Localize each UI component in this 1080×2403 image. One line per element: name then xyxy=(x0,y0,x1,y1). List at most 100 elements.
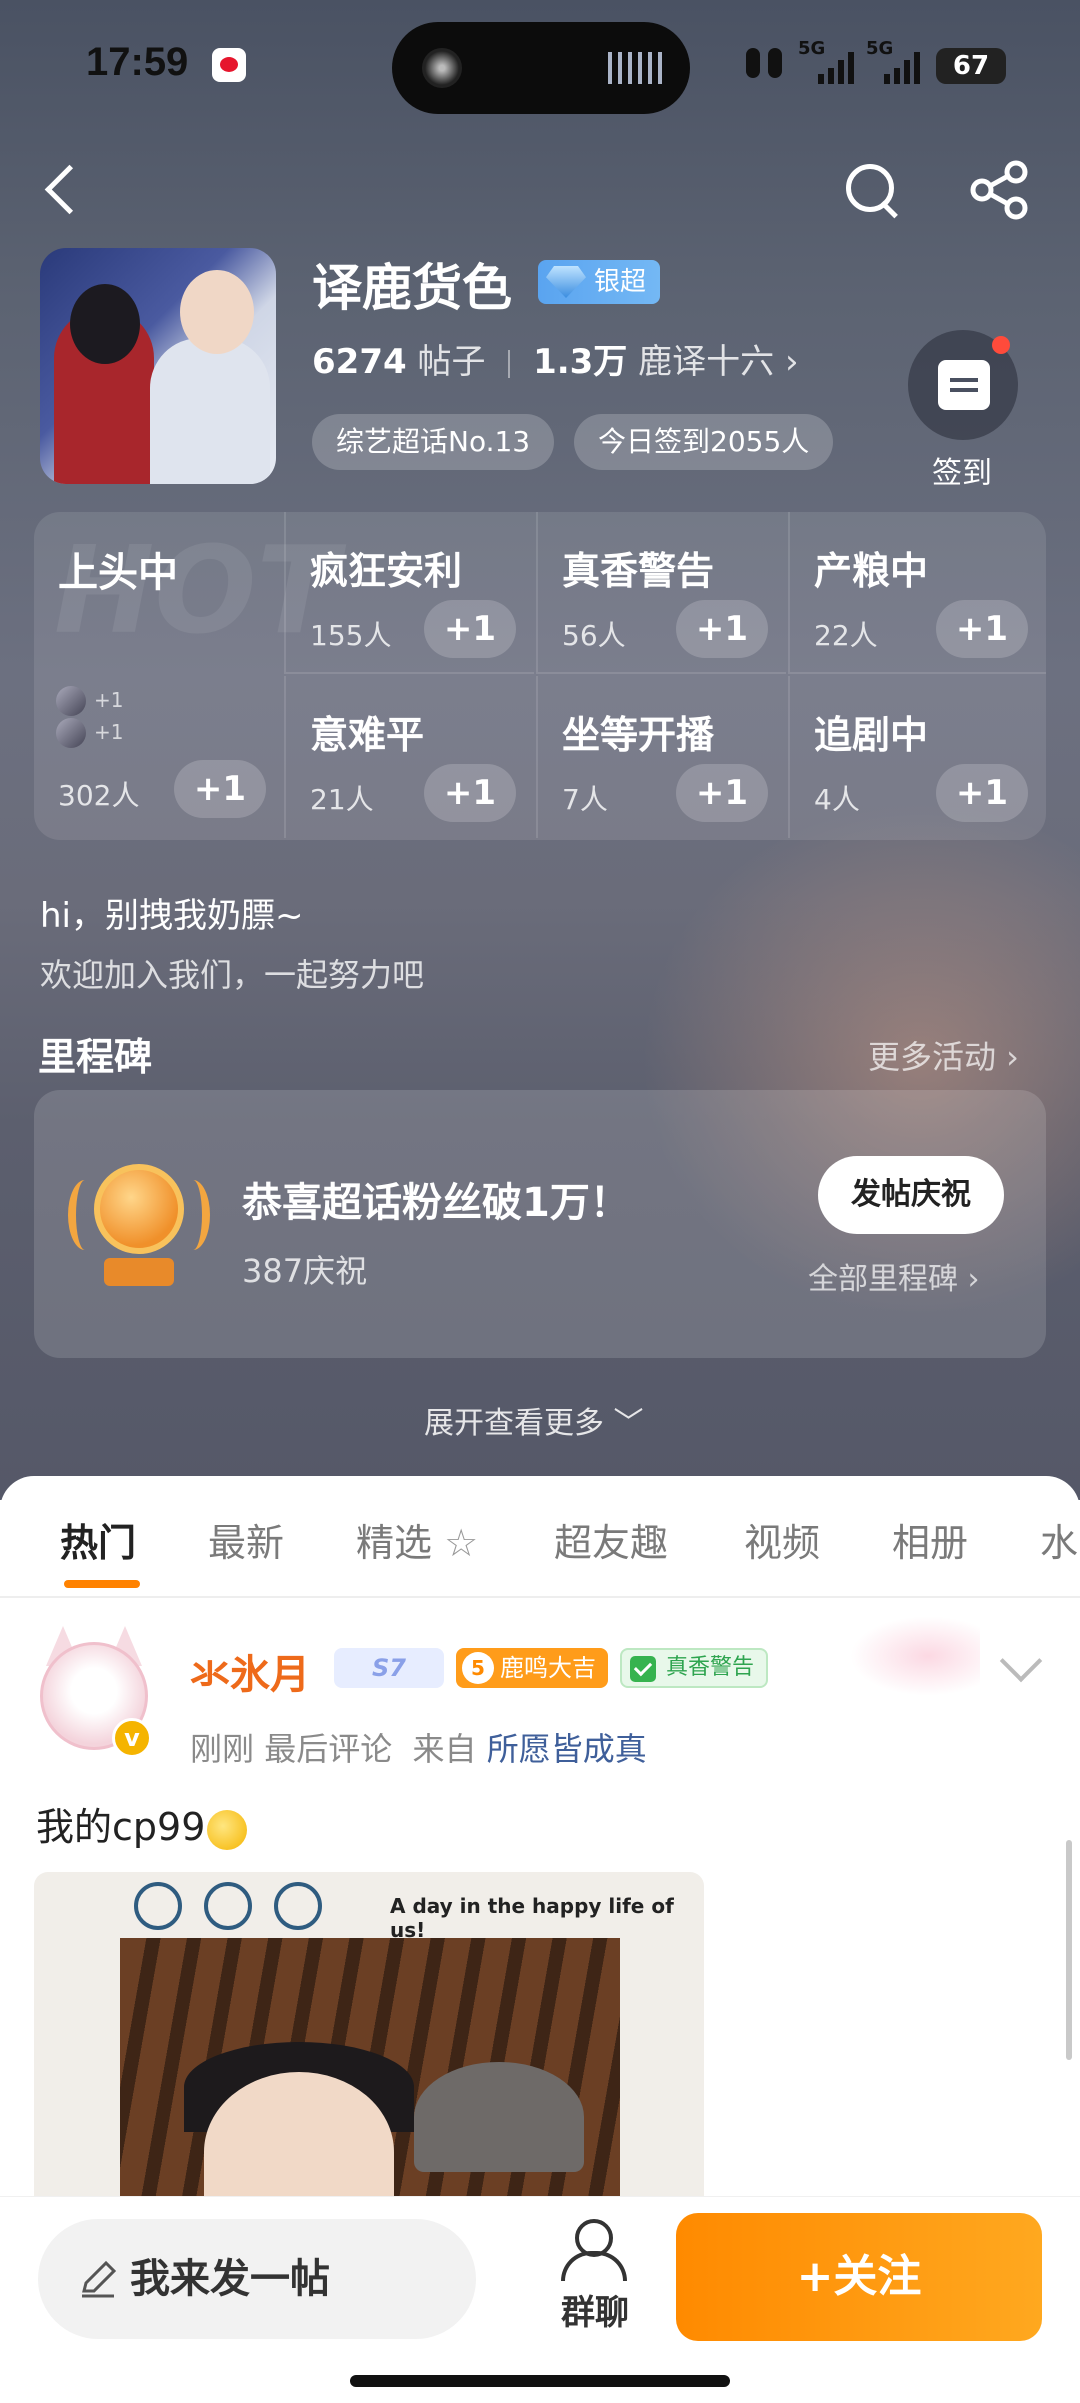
post-username[interactable]: 氺氷月 xyxy=(190,1642,310,1700)
tab-album[interactable]: 相册 xyxy=(892,1512,968,1567)
mood-item[interactable]: 疯狂安利 155人 +1 xyxy=(284,512,534,674)
audio-wave-icon xyxy=(608,52,662,84)
mood-lead-avatars: +1 +1 xyxy=(56,686,123,750)
dynamic-island xyxy=(392,22,690,114)
avatar-head-left xyxy=(70,284,140,364)
mini-avatar xyxy=(56,686,86,716)
cell-signal-icon-2 xyxy=(884,52,920,84)
checkin-button[interactable] xyxy=(908,330,1018,440)
fan-title-badge: 5 鹿鸣大吉 xyxy=(456,1648,608,1688)
mood-name: 坐等开播 xyxy=(562,713,715,757)
mood-count: 155人 xyxy=(310,619,392,652)
search-icon[interactable] xyxy=(840,158,904,222)
group-chat-button[interactable]: 群聊 xyxy=(552,2215,638,2334)
status-bar: 17:59 5G 5G 67 xyxy=(0,0,1080,130)
now-playing-art xyxy=(422,48,462,88)
active-tab-indicator xyxy=(64,1580,140,1588)
stats-divider xyxy=(508,349,511,378)
mood-item[interactable]: 意难平 21人 +1 xyxy=(284,676,534,838)
calendar-icon xyxy=(938,360,990,410)
mood-plus-one-button[interactable]: +1 xyxy=(676,764,768,822)
pen-icon xyxy=(82,2260,117,2298)
tab-featured[interactable]: 精选 ☆ xyxy=(356,1512,478,1567)
mood-plus-one-button[interactable]: +1 xyxy=(424,764,516,822)
more-activities-link[interactable]: 更多活动 › xyxy=(868,1032,1019,1078)
post-body: 我的cp99 xyxy=(36,1796,248,1851)
post-source-link[interactable]: 所愿皆成真 xyxy=(487,1730,647,1768)
milestone-celebrations: 387庆祝 xyxy=(242,1252,368,1290)
weibo-app-icon xyxy=(212,48,246,82)
mood-name: 产粮中 xyxy=(814,549,929,593)
follow-button[interactable]: +关注 xyxy=(676,2213,1042,2341)
mood-lead-count: 302人 xyxy=(58,779,140,812)
cell-signal-icon xyxy=(818,52,854,84)
mood-lead-name: 上头中 xyxy=(58,550,178,596)
topic-title: 译鹿货色 xyxy=(312,259,512,317)
mood-plus-one-button[interactable]: +1 xyxy=(936,764,1028,822)
mood-plus-one-button[interactable]: +1 xyxy=(424,600,516,658)
mood-item[interactable]: 产粮中 22人 +1 xyxy=(788,512,1046,674)
mood-count: 4人 xyxy=(814,783,860,816)
all-milestones-link[interactable]: 全部里程碑 › xyxy=(808,1254,980,1298)
home-indicator[interactable] xyxy=(350,2375,730,2387)
post-action: 最后评论 xyxy=(264,1730,393,1768)
compose-post-button[interactable]: 我来发一帖 xyxy=(38,2219,476,2339)
mood-board: HOT 上头中 +1 +1 302人 +1 疯狂安利 155人 +1 真香警告 … xyxy=(34,512,1046,840)
decor-icon xyxy=(204,1882,252,1930)
share-icon[interactable] xyxy=(968,158,1032,222)
fans-name: 鹿译十六 xyxy=(638,342,775,382)
diamond-icon xyxy=(546,266,586,298)
group-chat-label: 群聊 xyxy=(561,2293,629,2333)
tab-fun[interactable]: 超友趣 xyxy=(554,1512,668,1567)
mood-plus-one-button[interactable]: +1 xyxy=(174,760,266,818)
tab-video[interactable]: 视频 xyxy=(744,1512,820,1567)
emoji-icon xyxy=(207,1809,248,1850)
mini-avatar xyxy=(56,718,86,748)
mood-name: 意难平 xyxy=(310,713,425,757)
mood-tag-badge: 真香警告 xyxy=(620,1648,769,1688)
user-level-badge: S7 xyxy=(334,1648,444,1688)
rank-chip[interactable]: 综艺超话No.13 xyxy=(312,414,555,470)
mood-name: 追剧中 xyxy=(814,713,929,757)
earbuds-icon xyxy=(746,48,782,78)
scrollbar[interactable] xyxy=(1066,1840,1072,2060)
mood-item[interactable]: 真香警告 56人 +1 xyxy=(536,512,786,674)
milestone-card[interactable]: 恭喜超话粉丝破1万！ 387庆祝 发帖庆祝 全部里程碑 › xyxy=(34,1090,1046,1358)
topic-avatar[interactable] xyxy=(40,248,276,484)
mood-lead[interactable]: 上头中 +1 +1 302人 +1 xyxy=(34,512,284,840)
tab-latest[interactable]: 最新 xyxy=(208,1512,284,1567)
tab-water[interactable]: 水 xyxy=(1040,1512,1078,1567)
trophy-cup xyxy=(94,1164,184,1254)
avatar-head-right xyxy=(180,270,254,354)
mood-item[interactable]: 追剧中 4人 +1 xyxy=(788,676,1046,838)
status-time: 17:59 xyxy=(86,40,189,84)
compose-label: 我来发一帖 xyxy=(130,2256,330,2302)
chevron-down-icon[interactable] xyxy=(999,1639,1043,1683)
tab-hot[interactable]: 热门 xyxy=(60,1512,136,1567)
topic-intro-line1: hi，别拽我奶膘~ xyxy=(40,896,304,936)
mood-plus-one-button[interactable]: +1 xyxy=(936,600,1028,658)
mood-name: 疯狂安利 xyxy=(310,549,463,593)
image-caption: A day in the happy life of us! xyxy=(390,1894,674,1942)
feed-tabs: 热门 最新 精选 ☆ 超友趣 视频 相册 水 xyxy=(0,1476,1080,1598)
topic-stats[interactable]: 6274 帖子 1.3万 鹿译十六 › xyxy=(312,334,799,383)
user-avatar[interactable]: v xyxy=(32,1626,156,1758)
decor-icon xyxy=(134,1882,182,1930)
mood-item[interactable]: 坐等开播 7人 +1 xyxy=(536,676,786,838)
back-icon[interactable] xyxy=(36,158,96,218)
decoration-sticker xyxy=(850,1616,980,1696)
silver-topic-badge[interactable]: 银超 xyxy=(538,260,661,304)
celebrate-post-button[interactable]: 发帖庆祝 xyxy=(818,1156,1004,1234)
chevron-right-icon: › xyxy=(784,342,799,382)
mood-plus-one-button[interactable]: +1 xyxy=(676,600,768,658)
milestone-text: 恭喜超话粉丝破1万！ xyxy=(242,1180,630,1226)
post-image[interactable]: A day in the happy life of us! xyxy=(34,1872,704,2202)
checkin-label[interactable]: 签到 xyxy=(932,448,992,492)
mood-tag-label: 真香警告 xyxy=(666,1655,755,1680)
bottom-action-bar: 我来发一帖 群聊 +关注 xyxy=(0,2196,1080,2403)
checkin-count-chip[interactable]: 今日签到2055人 xyxy=(574,414,834,470)
expand-more-button[interactable]: 展开查看更多 ﹀ xyxy=(424,1398,644,1442)
photo-person-hat xyxy=(414,2062,584,2172)
post-meta: 刚刚 最后评论 来自 所愿皆成真 xyxy=(190,1724,647,1770)
mood-count: 21人 xyxy=(310,783,374,816)
